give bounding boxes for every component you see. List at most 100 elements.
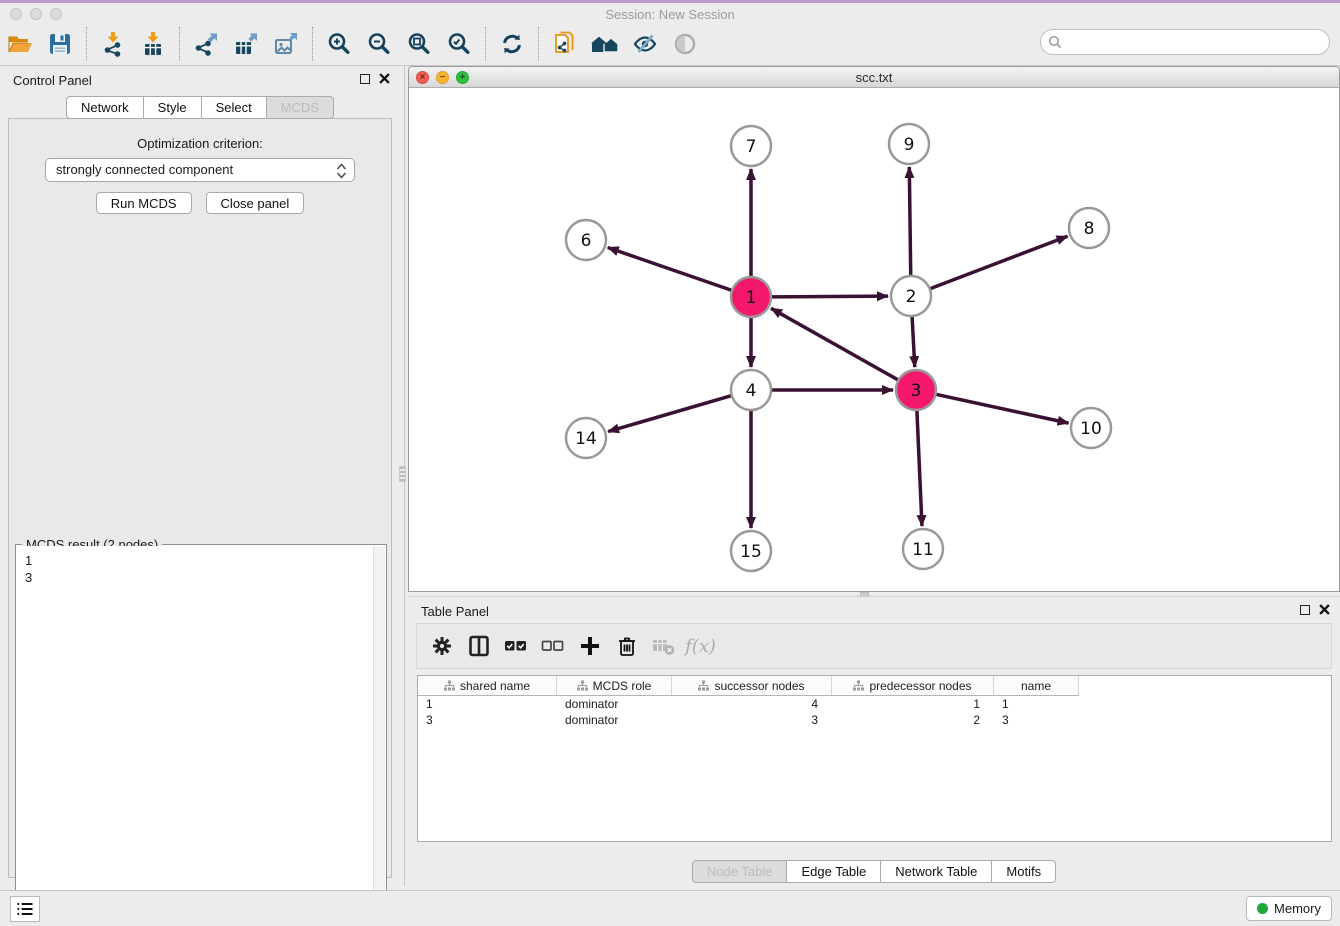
hide-graphics-details-button[interactable] bbox=[625, 26, 665, 62]
network-canvas[interactable]: 7968124314101511 bbox=[409, 88, 1339, 591]
tab-style[interactable]: Style bbox=[144, 96, 202, 119]
tab-node-table[interactable]: Node Table bbox=[692, 860, 788, 883]
table-cell[interactable]: 3 bbox=[418, 712, 557, 728]
node-table[interactable]: shared nameMCDS role successor nodes prede… bbox=[417, 675, 1332, 842]
control-panel-header: Control Panel bbox=[0, 66, 400, 94]
table-settings-button[interactable] bbox=[425, 629, 458, 663]
float-panel-icon[interactable] bbox=[360, 74, 370, 84]
open-folder-icon bbox=[7, 31, 33, 57]
add-column-button[interactable] bbox=[573, 629, 606, 663]
graph-edge-3-1[interactable] bbox=[771, 308, 898, 379]
column-header-successor-nodes[interactable]: successor nodes bbox=[672, 676, 832, 695]
tab-network-table[interactable]: Network Table bbox=[881, 860, 992, 883]
document-network-icon bbox=[552, 31, 578, 57]
column-type-icon bbox=[698, 680, 709, 691]
memory-status-icon bbox=[1257, 903, 1268, 914]
function-builder-button[interactable]: f(x) bbox=[684, 629, 717, 663]
table-cell[interactable]: 2 bbox=[832, 712, 994, 728]
export-network-button[interactable] bbox=[186, 26, 226, 62]
column-header-label: successor nodes bbox=[714, 679, 804, 693]
tab-edge-table[interactable]: Edge Table bbox=[787, 860, 881, 883]
graph-edge-3-10[interactable] bbox=[937, 394, 1069, 423]
unselect-all-columns-button[interactable] bbox=[536, 629, 569, 663]
delete-table-button[interactable] bbox=[647, 629, 680, 663]
table-panel-header: Table Panel bbox=[408, 597, 1340, 625]
toolbar-separator bbox=[179, 27, 180, 61]
network-from-selection-button[interactable] bbox=[545, 26, 585, 62]
run-mcds-button[interactable]: Run MCDS bbox=[96, 192, 192, 214]
network-graph[interactable]: 7968124314101511 bbox=[409, 88, 1339, 591]
tab-mcds[interactable]: MCDS bbox=[267, 96, 334, 119]
zoom-in-button[interactable] bbox=[319, 26, 359, 62]
column-header-MCDS-role[interactable]: MCDS role bbox=[557, 676, 672, 695]
close-panel-icon[interactable] bbox=[379, 73, 390, 84]
export-image-button[interactable] bbox=[266, 26, 306, 62]
close-table-panel-icon[interactable] bbox=[1319, 604, 1330, 615]
graph-edge-1-6[interactable] bbox=[608, 248, 731, 291]
network-window-titlebar[interactable]: × − + scc.txt bbox=[409, 67, 1339, 88]
table-cell[interactable]: 4 bbox=[672, 696, 832, 712]
close-panel-button[interactable]: Close panel bbox=[206, 192, 305, 214]
import-network-button[interactable] bbox=[93, 26, 133, 62]
plus-icon bbox=[578, 634, 602, 658]
import-table-icon bbox=[140, 31, 166, 57]
table-cell[interactable]: 1 bbox=[418, 696, 557, 712]
tab-select[interactable]: Select bbox=[202, 96, 267, 119]
panel-splitter-grip[interactable] bbox=[399, 466, 406, 482]
table-cell[interactable]: 1 bbox=[994, 696, 1079, 712]
control-panel-title: Control Panel bbox=[13, 73, 92, 88]
gear-icon bbox=[430, 634, 454, 658]
table-cell[interactable]: dominator bbox=[557, 696, 672, 712]
reset-layout-button[interactable] bbox=[585, 26, 625, 62]
table-panel: Table Panel f(x) shared n bbox=[408, 596, 1340, 886]
select-all-columns-button[interactable] bbox=[499, 629, 532, 663]
refresh-icon bbox=[499, 31, 525, 57]
zoom-selected-button[interactable] bbox=[439, 26, 479, 62]
criterion-dropdown[interactable]: strongly connected component bbox=[45, 158, 355, 182]
memory-button[interactable]: Memory bbox=[1246, 896, 1332, 921]
column-chooser-button[interactable] bbox=[462, 629, 495, 663]
tab-network[interactable]: Network bbox=[66, 96, 144, 119]
graph-edge-3-11[interactable] bbox=[917, 411, 922, 526]
table-row[interactable]: 1dominator411 bbox=[418, 696, 1331, 712]
result-scrollbar[interactable] bbox=[373, 546, 385, 924]
open-session-button[interactable] bbox=[0, 26, 40, 62]
main-toolbar bbox=[0, 22, 1340, 66]
graph-edge-2-9[interactable] bbox=[909, 167, 910, 275]
export-table-button[interactable] bbox=[226, 26, 266, 62]
import-network-icon bbox=[100, 31, 126, 57]
checked-boxes-icon bbox=[503, 634, 529, 658]
table-cell[interactable]: dominator bbox=[557, 712, 672, 728]
control-panel-tabs: Network Style Select MCDS bbox=[0, 96, 400, 119]
zoom-out-button[interactable] bbox=[359, 26, 399, 62]
graph-edge-4-14[interactable] bbox=[608, 396, 731, 432]
graph-edge-2-8[interactable] bbox=[931, 236, 1068, 288]
delete-column-button[interactable] bbox=[610, 629, 643, 663]
table-cell[interactable]: 3 bbox=[672, 712, 832, 728]
graph-edge-2-3[interactable] bbox=[912, 317, 915, 367]
column-header-predecessor-nodes[interactable]: predecessor nodes bbox=[832, 676, 994, 695]
import-table-button[interactable] bbox=[133, 26, 173, 62]
graph-node-label-9: 9 bbox=[904, 135, 915, 155]
float-table-panel-icon[interactable] bbox=[1300, 605, 1310, 615]
double-home-icon bbox=[590, 31, 620, 57]
mcds-result-group: MCDS result (2 nodes) 1 3 bbox=[15, 544, 387, 926]
quick-search bbox=[1040, 29, 1330, 55]
refresh-view-button[interactable] bbox=[492, 26, 532, 62]
task-history-button[interactable] bbox=[10, 896, 40, 922]
show-graphics-details-button[interactable] bbox=[665, 26, 705, 62]
column-header-name[interactable]: name bbox=[994, 676, 1079, 695]
mcds-result-text: 1 3 bbox=[17, 546, 373, 924]
table-row[interactable]: 3dominator323 bbox=[418, 712, 1331, 728]
table-cell[interactable]: 1 bbox=[832, 696, 994, 712]
list-icon bbox=[15, 899, 35, 919]
graph-node-label-3: 3 bbox=[911, 381, 922, 401]
column-header-shared-name[interactable]: shared name bbox=[418, 676, 557, 695]
search-input[interactable] bbox=[1040, 29, 1330, 55]
zoom-fit-button[interactable] bbox=[399, 26, 439, 62]
trash-icon bbox=[615, 634, 639, 658]
save-session-button[interactable] bbox=[40, 26, 80, 62]
tab-motifs[interactable]: Motifs bbox=[992, 860, 1056, 883]
table-cell[interactable]: 3 bbox=[994, 712, 1079, 728]
graph-edge-1-2[interactable] bbox=[772, 296, 888, 297]
